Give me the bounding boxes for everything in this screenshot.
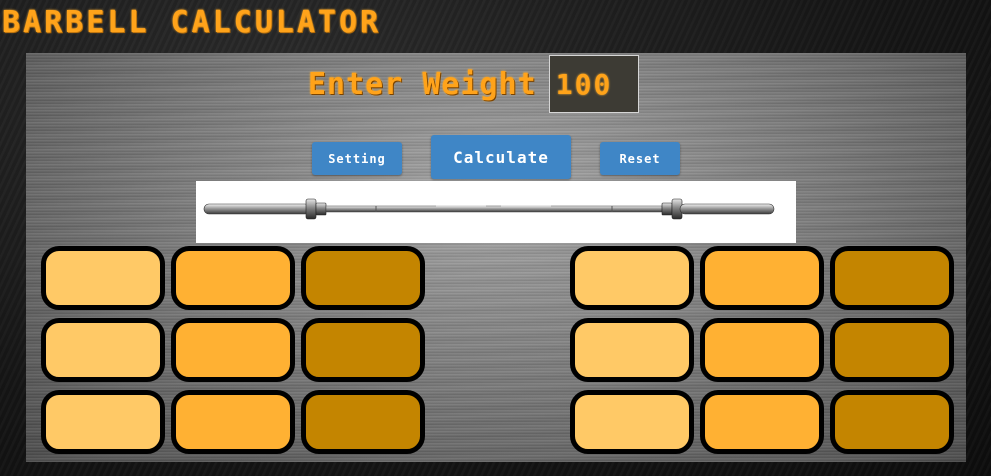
left-plate-slot[interactable] <box>41 318 165 382</box>
right-plate-slot[interactable] <box>700 318 824 382</box>
left-plate-slot[interactable] <box>41 390 165 454</box>
right-plate-grid <box>570 246 954 454</box>
right-plate-slot[interactable] <box>830 318 954 382</box>
right-plate-slot[interactable] <box>830 390 954 454</box>
left-plate-slot[interactable] <box>301 246 425 310</box>
right-plate-slot[interactable] <box>700 246 824 310</box>
app-title: BARBELL CALCULATOR <box>2 5 382 40</box>
barbell-icon <box>203 198 775 220</box>
left-plate-slot[interactable] <box>301 318 425 382</box>
left-plate-slot[interactable] <box>171 318 295 382</box>
left-plate-slot[interactable] <box>301 390 425 454</box>
left-plate-grid <box>41 246 425 454</box>
right-plate-slot[interactable] <box>570 246 694 310</box>
weight-label: Enter Weight <box>308 66 537 102</box>
calculator-panel: Enter Weight Setting Calculate Reset <box>26 53 966 462</box>
reset-button[interactable]: Reset <box>600 142 680 175</box>
right-plate-slot[interactable] <box>830 246 954 310</box>
left-plate-slot[interactable] <box>171 390 295 454</box>
left-plate-slot[interactable] <box>41 246 165 310</box>
weight-entry-row: Enter Weight <box>308 53 639 115</box>
setting-button[interactable]: Setting <box>312 142 402 175</box>
right-plate-slot[interactable] <box>570 390 694 454</box>
right-plate-slot[interactable] <box>570 318 694 382</box>
left-plate-slot[interactable] <box>171 246 295 310</box>
calculate-button[interactable]: Calculate <box>431 135 571 179</box>
right-plate-slot[interactable] <box>700 390 824 454</box>
weight-input[interactable] <box>548 55 639 113</box>
barbell-image <box>196 181 796 243</box>
